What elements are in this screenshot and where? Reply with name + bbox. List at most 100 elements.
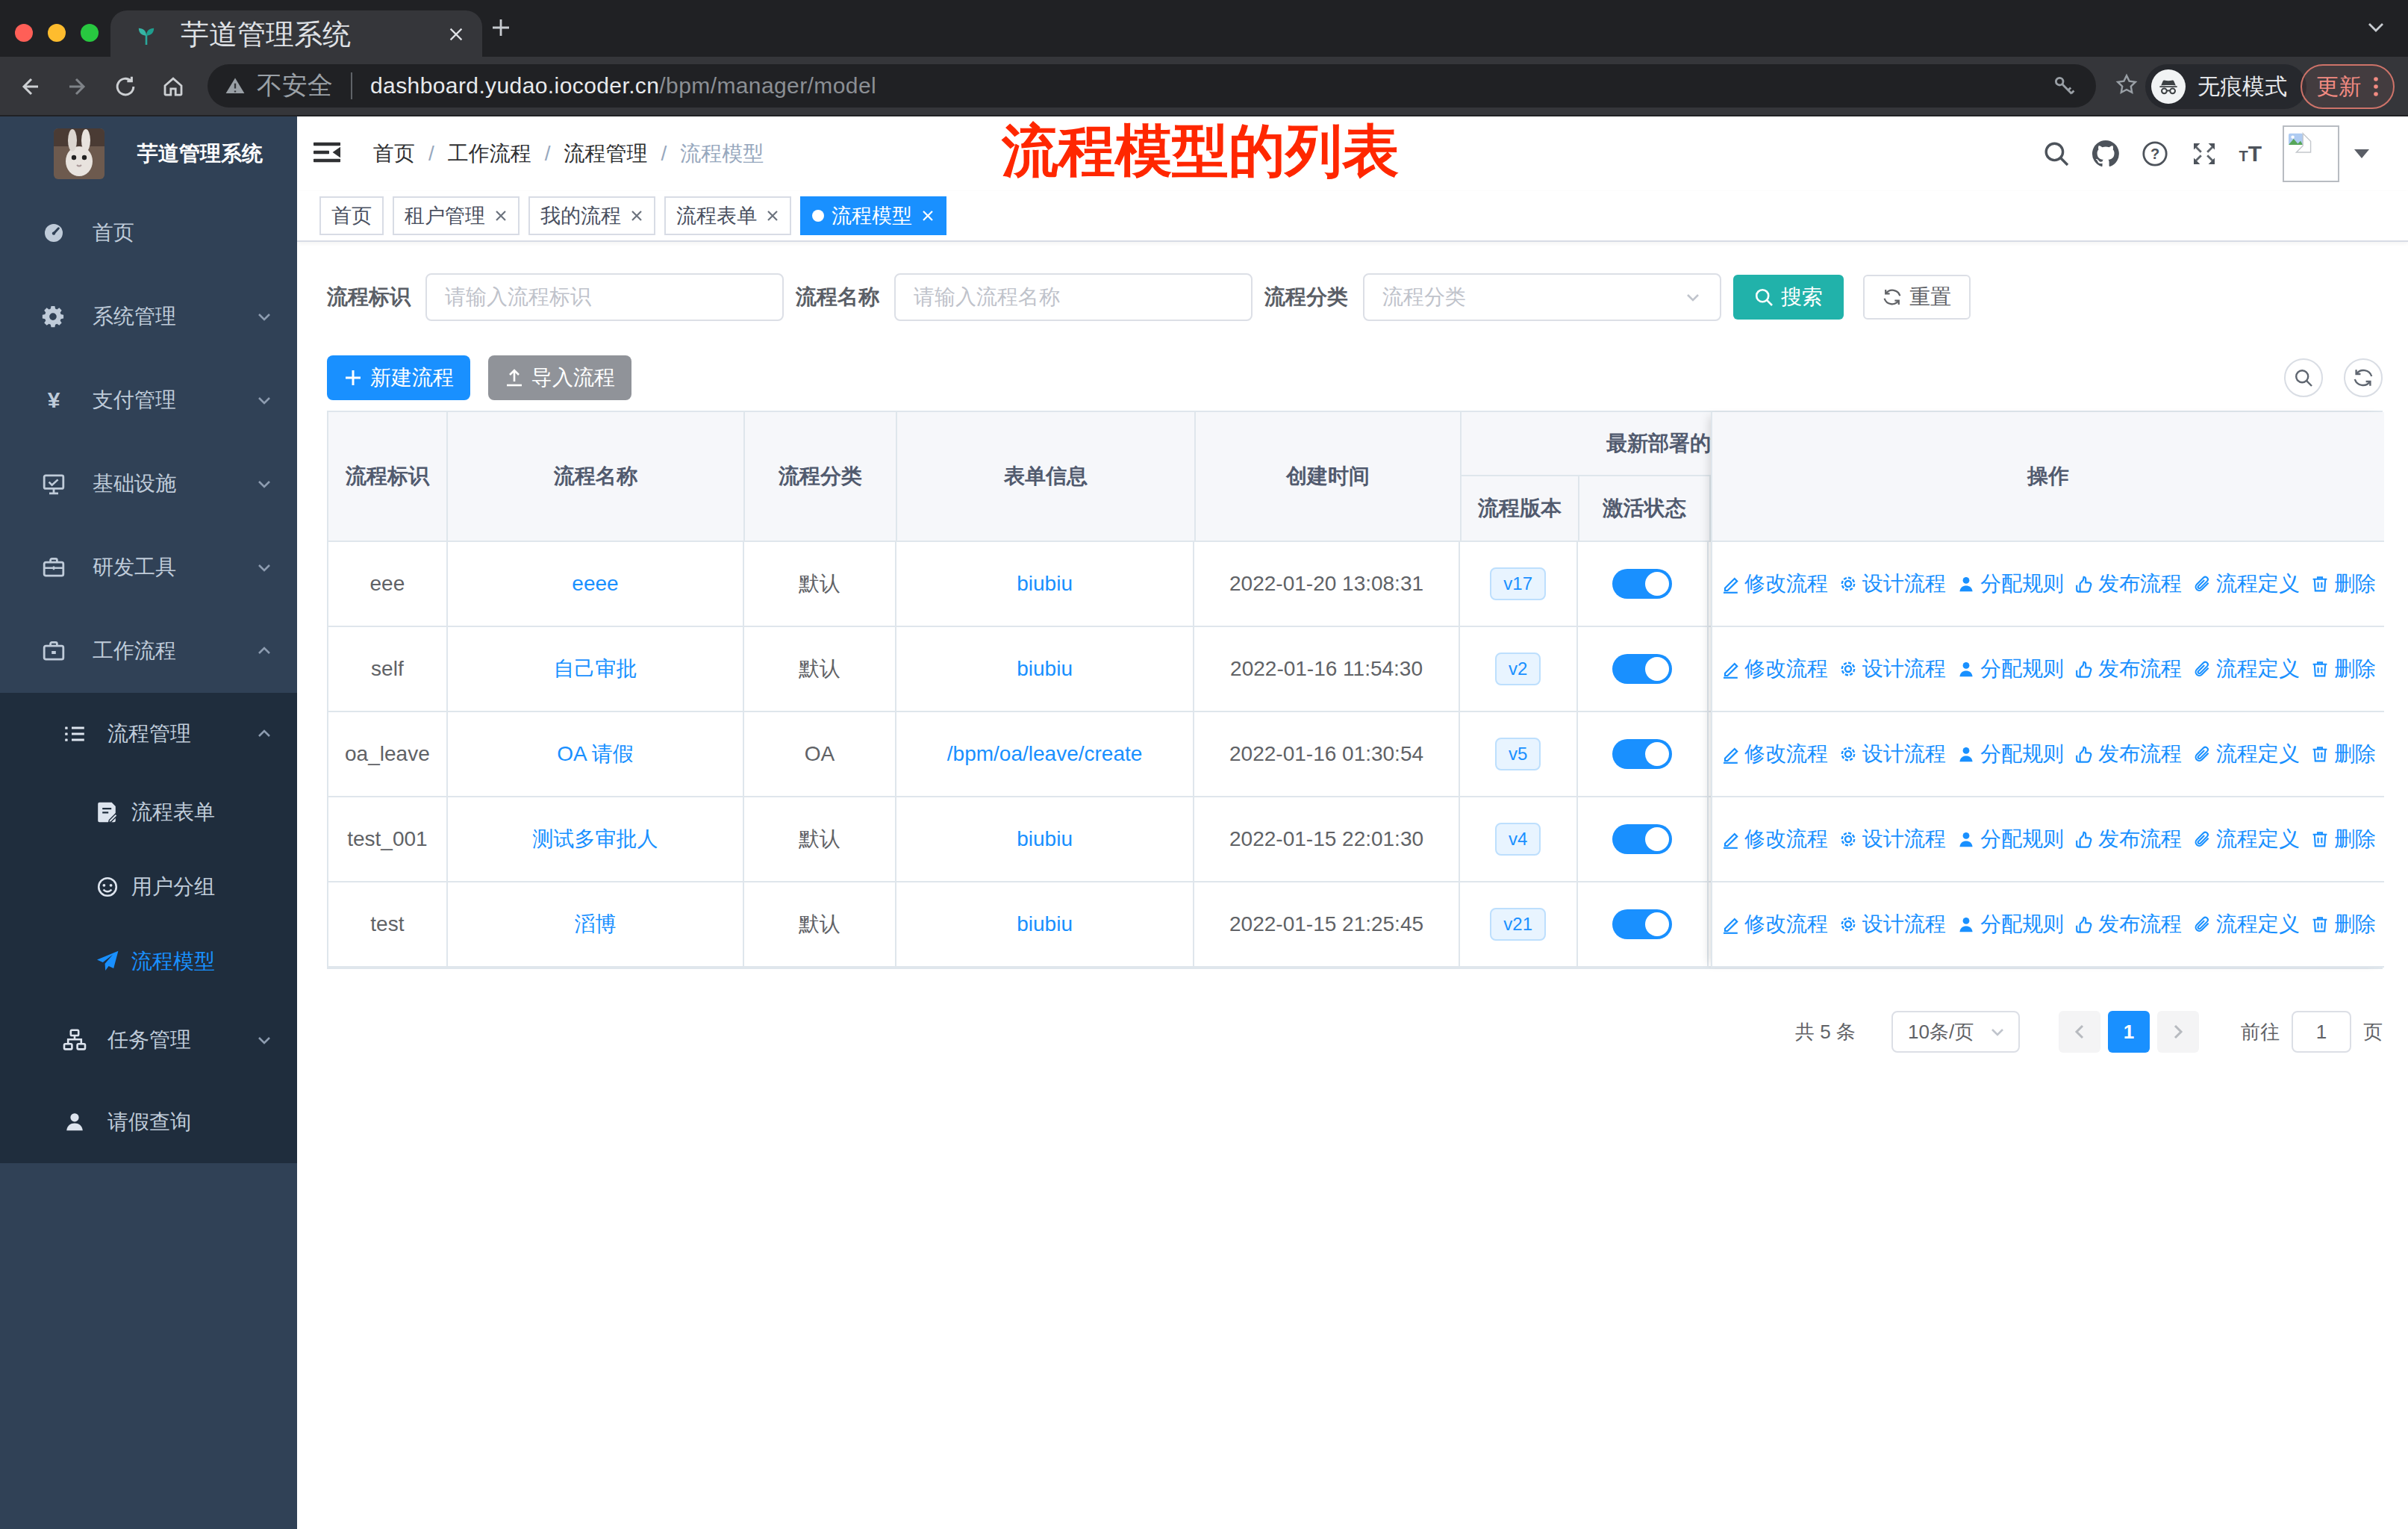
action-publish-link[interactable]: 发布流程	[2074, 740, 2182, 768]
tab-tag-5[interactable]: 流程模型	[800, 196, 946, 235]
sidebar-item-4[interactable]: 基础设施	[0, 442, 297, 526]
tag-close-icon[interactable]	[921, 209, 935, 222]
reset-button[interactable]: 重置	[1863, 275, 1971, 320]
address-bar[interactable]: 不安全 dashboard.yudao.iocoder.cn/bpm/manag…	[208, 64, 2096, 108]
action-delete-link[interactable]: 删除	[2310, 655, 2376, 683]
process-name-link[interactable]: OA 请假	[557, 740, 634, 768]
traffic-minimize-button[interactable]	[48, 24, 66, 42]
sidebar-item-11[interactable]: 任务管理	[0, 999, 297, 1081]
action-definition-link[interactable]: 流程定义	[2192, 740, 2300, 768]
action-delete-link[interactable]: 删除	[2310, 825, 2376, 853]
back-button[interactable]	[15, 72, 45, 102]
tab-tag-1[interactable]: 首页	[319, 196, 384, 235]
search-button[interactable]: 搜索	[1733, 275, 1844, 320]
font-size-icon[interactable]: TT	[2239, 141, 2262, 166]
goto-page-input[interactable]: 1	[2292, 1011, 2351, 1053]
traffic-close-button[interactable]	[15, 24, 33, 42]
avatar-caret-icon[interactable]	[2354, 149, 2369, 158]
sidebar-logo[interactable]: 芋道管理系统	[0, 116, 297, 191]
home-button[interactable]	[158, 72, 188, 102]
sidebar-item-9[interactable]: 用户分组	[0, 850, 297, 924]
tag-close-icon[interactable]	[630, 209, 643, 222]
help-icon[interactable]: ?	[2140, 140, 2170, 168]
fullscreen-icon[interactable]	[2189, 140, 2219, 167]
github-icon[interactable]	[2091, 139, 2121, 169]
toggle-search-button[interactable]	[2284, 358, 2323, 397]
action-assign-link[interactable]: 分配规则	[1956, 655, 2064, 683]
action-publish-link[interactable]: 发布流程	[2074, 910, 2182, 938]
import-process-button[interactable]: 导入流程	[488, 355, 631, 400]
password-key-icon[interactable]	[2053, 75, 2075, 97]
action-definition-link[interactable]: 流程定义	[2192, 570, 2300, 598]
action-design-link[interactable]: 设计流程	[1838, 825, 1946, 853]
current-page-button[interactable]: 1	[2108, 1011, 2150, 1053]
action-delete-link[interactable]: 删除	[2310, 740, 2376, 768]
active-toggle[interactable]	[1612, 739, 1672, 769]
tag-close-icon[interactable]	[766, 209, 779, 222]
breadcrumb-item-3[interactable]: 流程管理	[564, 140, 648, 168]
action-definition-link[interactable]: 流程定义	[2192, 655, 2300, 683]
form-link[interactable]: biubiu	[1017, 827, 1073, 851]
action-edit-link[interactable]: 修改流程	[1721, 740, 1828, 768]
action-definition-link[interactable]: 流程定义	[2192, 825, 2300, 853]
action-assign-link[interactable]: 分配规则	[1956, 910, 2064, 938]
security-warning-icon[interactable]	[225, 77, 245, 95]
sidebar-item-10[interactable]: 流程模型	[0, 924, 297, 999]
action-design-link[interactable]: 设计流程	[1838, 910, 1946, 938]
new-tab-button[interactable]	[491, 18, 511, 37]
action-publish-link[interactable]: 发布流程	[2074, 570, 2182, 598]
form-link[interactable]: /bpm/oa/leave/create	[947, 742, 1143, 766]
sidebar-item-3[interactable]: ¥支付管理	[0, 358, 297, 442]
action-edit-link[interactable]: 修改流程	[1721, 910, 1828, 938]
prev-page-button[interactable]	[2059, 1011, 2100, 1053]
bookmark-star-icon[interactable]	[2115, 73, 2138, 96]
search-icon[interactable]	[2042, 140, 2071, 168]
action-definition-link[interactable]: 流程定义	[2192, 910, 2300, 938]
sidebar-toggle-icon[interactable]	[312, 139, 342, 169]
sidebar-item-6[interactable]: 工作流程	[0, 609, 297, 693]
action-design-link[interactable]: 设计流程	[1838, 655, 1946, 683]
action-delete-link[interactable]: 删除	[2310, 570, 2376, 598]
process-name-link[interactable]: eeee	[572, 572, 618, 596]
tab-tag-4[interactable]: 流程表单	[664, 196, 791, 235]
form-link[interactable]: biubiu	[1017, 572, 1073, 596]
action-assign-link[interactable]: 分配规则	[1956, 740, 2064, 768]
filter-name-input[interactable]: 请输入流程名称	[894, 273, 1253, 321]
forward-button[interactable]	[63, 72, 93, 102]
tag-close-icon[interactable]	[494, 209, 508, 222]
tab-tag-2[interactable]: 租户管理	[393, 196, 520, 235]
sidebar-item-5[interactable]: 研发工具	[0, 526, 297, 609]
filter-key-input[interactable]: 请输入流程标识	[425, 273, 784, 321]
action-assign-link[interactable]: 分配规则	[1956, 570, 2064, 598]
action-publish-link[interactable]: 发布流程	[2074, 825, 2182, 853]
action-design-link[interactable]: 设计流程	[1838, 570, 1946, 598]
action-delete-link[interactable]: 删除	[2310, 910, 2376, 938]
process-name-link[interactable]: 滔博	[574, 910, 616, 938]
reload-button[interactable]	[110, 72, 140, 102]
action-edit-link[interactable]: 修改流程	[1721, 825, 1828, 853]
form-link[interactable]: biubiu	[1017, 657, 1073, 681]
process-name-link[interactable]: 测试多审批人	[532, 825, 658, 853]
traffic-fullscreen-button[interactable]	[81, 24, 99, 42]
tab-tag-3[interactable]: 我的流程	[528, 196, 655, 235]
next-page-button[interactable]	[2157, 1011, 2199, 1053]
page-size-select[interactable]: 10条/页	[1891, 1011, 2020, 1053]
sidebar-item-1[interactable]: 首页	[0, 191, 297, 275]
active-toggle[interactable]	[1612, 824, 1672, 854]
sidebar-item-12[interactable]: 请假查询	[0, 1081, 297, 1163]
breadcrumb-item-2[interactable]: 工作流程	[448, 140, 531, 168]
action-edit-link[interactable]: 修改流程	[1721, 655, 1828, 683]
tab-search-caret-icon[interactable]	[2368, 22, 2384, 33]
browser-update-button[interactable]: 更新	[2301, 64, 2395, 109]
form-link[interactable]: biubiu	[1017, 912, 1073, 936]
sidebar-item-8[interactable]: 流程表单	[0, 775, 297, 850]
browser-tab[interactable]: 芋道管理系统	[110, 10, 482, 58]
tab-close-icon[interactable]	[448, 26, 464, 43]
process-name-link[interactable]: 自己审批	[553, 655, 637, 683]
browser-menu-dots-icon[interactable]	[2373, 76, 2379, 97]
action-design-link[interactable]: 设计流程	[1838, 740, 1946, 768]
active-toggle[interactable]	[1612, 909, 1672, 939]
active-toggle[interactable]	[1612, 569, 1672, 599]
sidebar-item-2[interactable]: 系统管理	[0, 275, 297, 358]
create-process-button[interactable]: 新建流程	[327, 355, 470, 400]
